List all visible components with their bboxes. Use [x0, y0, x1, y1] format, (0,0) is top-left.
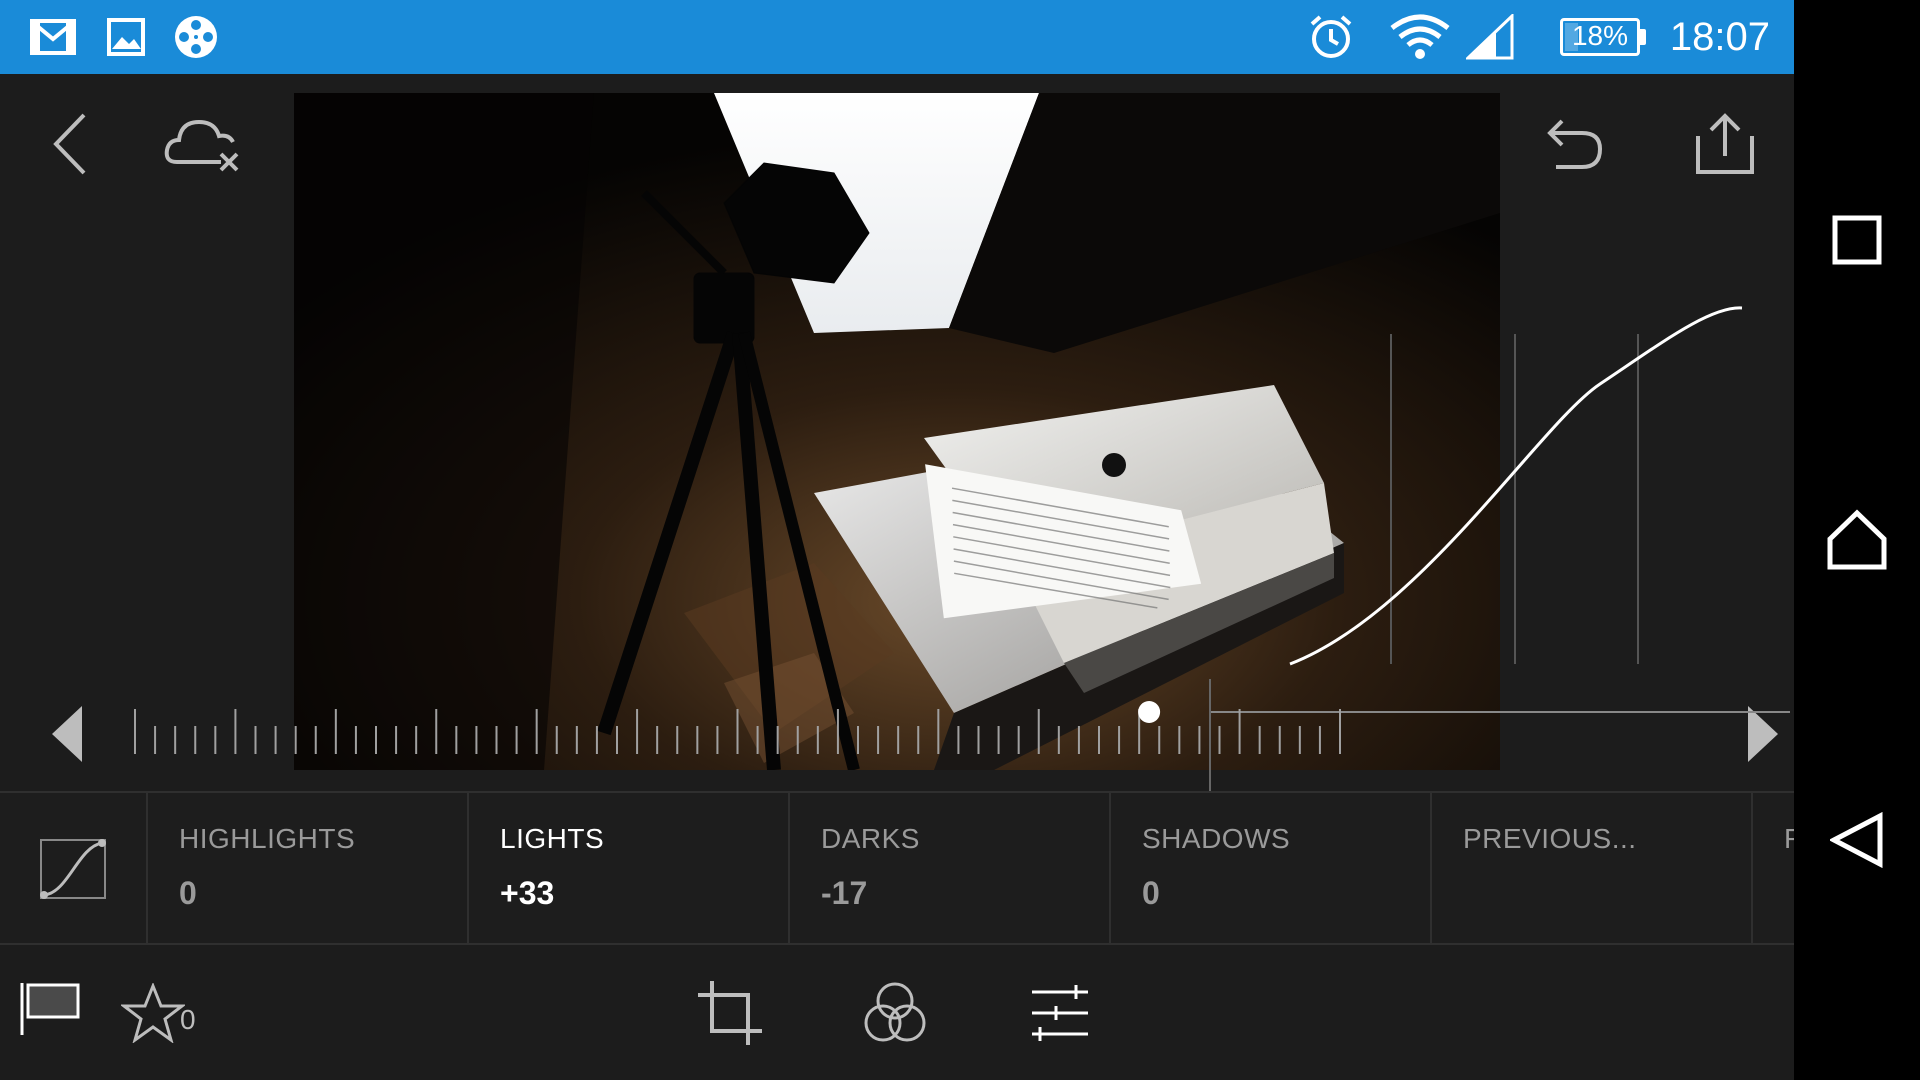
flag-icon — [20, 983, 80, 1035]
tab-darks[interactable]: DARKS -17 — [790, 793, 1111, 943]
share-icon — [1696, 113, 1754, 174]
star-icon — [121, 982, 185, 1043]
cloud-off-icon — [164, 119, 239, 172]
tab-previous[interactable]: PREVIOUS... — [1432, 793, 1753, 943]
alarm-icon — [1308, 0, 1354, 74]
adjustment-value: 0 — [1142, 875, 1160, 911]
tab-lights[interactable]: LIGHTS +33 — [469, 793, 790, 943]
presets-button[interactable] — [855, 945, 935, 1080]
square-icon — [1832, 215, 1882, 265]
tone-curve-adjustments: HIGHLIGHTS 0 LIGHTS +33 DARKS -17 SHADOW… — [0, 791, 1794, 945]
curve-icon — [40, 839, 106, 899]
tab-shadows[interactable]: SHADOWS 0 — [1111, 793, 1432, 943]
color-circles-icon — [864, 982, 926, 1041]
slider-increase-icon[interactable] — [1748, 706, 1778, 762]
signal-icon — [1466, 0, 1514, 74]
recents-button[interactable] — [1794, 180, 1920, 300]
tab-partial[interactable]: F — [1753, 793, 1794, 943]
sliders-icon — [1032, 984, 1088, 1041]
adjust-button[interactable] — [1020, 945, 1100, 1080]
status-time: 18:07 — [1669, 15, 1770, 59]
adjustment-label: HIGHLIGHTS — [179, 823, 356, 854]
gmail-icon — [30, 0, 76, 74]
adjustment-label: DARKS — [821, 823, 920, 854]
tab-highlights[interactable]: HIGHLIGHTS 0 — [148, 793, 469, 943]
wifi-icon — [1390, 0, 1450, 74]
slider-decrease-icon[interactable] — [52, 706, 82, 762]
rating-count: 0 — [180, 1004, 196, 1035]
status-bar: 18% 18:07 — [0, 0, 1794, 74]
bottom-toolbar — [0, 945, 1794, 1080]
crop-button[interactable] — [690, 945, 770, 1080]
undo-button[interactable] — [1540, 104, 1610, 184]
photo-editor: HIGHLIGHTS 0 LIGHTS +33 DARKS -17 SHADOW… — [0, 74, 1794, 1080]
back-button[interactable] — [40, 104, 100, 184]
adjustment-label: LIGHTS — [500, 823, 605, 854]
undo-icon — [1547, 119, 1603, 169]
tone-curve[interactable] — [1280, 264, 1760, 684]
battery-percentage: 18% — [1571, 20, 1629, 51]
curve-mode-button[interactable] — [0, 793, 148, 943]
adjustment-label: PREVIOUS... — [1463, 823, 1637, 854]
film-reel-icon — [172, 0, 220, 74]
home-button[interactable] — [1794, 480, 1920, 600]
gallery-icon — [106, 0, 146, 74]
chevron-left-icon — [53, 113, 86, 175]
system-navigation-bar — [1794, 0, 1920, 1080]
crop-icon — [698, 980, 762, 1045]
adjustment-slider[interactable] — [40, 674, 1790, 794]
share-button[interactable] — [1690, 104, 1760, 184]
adjustment-value: -17 — [821, 875, 868, 911]
adjustment-value: +33 — [500, 875, 555, 911]
adjustment-value: 0 — [179, 875, 197, 911]
slider-thumb[interactable] — [1138, 701, 1161, 723]
home-icon — [1827, 509, 1887, 570]
adjustment-label: SHADOWS — [1142, 823, 1291, 854]
star-rating-button[interactable] — [118, 945, 188, 1080]
system-back-button[interactable] — [1794, 780, 1920, 900]
cloud-sync-button[interactable] — [160, 104, 246, 184]
adjustment-label: F — [1784, 823, 1794, 855]
triangle-back-icon — [1830, 812, 1883, 868]
